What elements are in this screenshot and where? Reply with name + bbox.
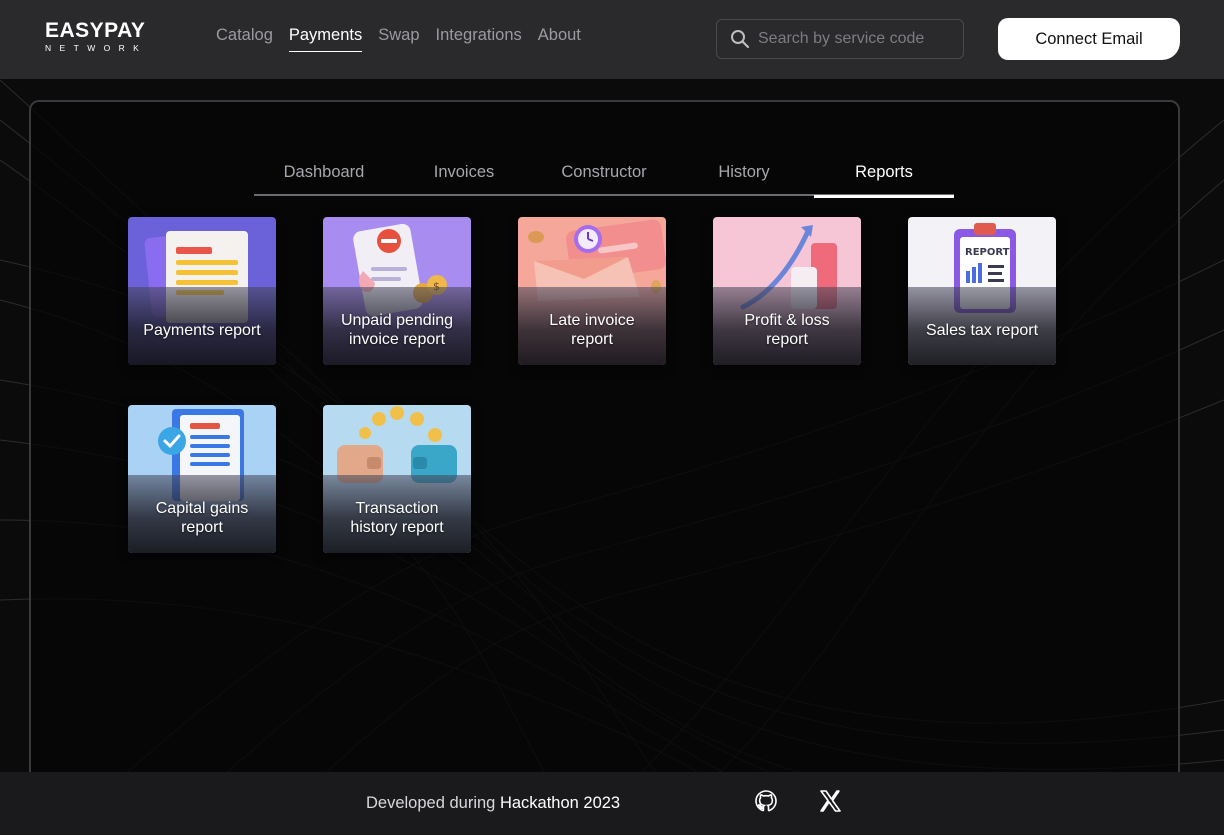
connect-email-button[interactable]: Connect Email bbox=[998, 18, 1180, 60]
search-icon bbox=[731, 30, 750, 49]
card-label: Capital gains report bbox=[132, 498, 272, 538]
report-card-profit-loss[interactable]: Profit & loss report bbox=[713, 217, 861, 365]
card-label: Transaction history report bbox=[327, 498, 467, 538]
tab-history[interactable]: History bbox=[674, 148, 814, 196]
card-label-line2: report bbox=[766, 331, 808, 348]
card-label-line1: Late invoice bbox=[549, 312, 635, 329]
nav-payments[interactable]: Payments bbox=[288, 24, 363, 52]
footer-event[interactable]: Hackathon 2023 bbox=[500, 794, 620, 812]
svg-text:REPORT: REPORT bbox=[965, 247, 1010, 258]
x-twitter-icon[interactable] bbox=[818, 789, 842, 813]
footer-credit: Developed during Hackathon 2023 bbox=[366, 794, 620, 813]
nav-about[interactable]: About bbox=[538, 24, 581, 52]
logo-main-text: EASYPAY bbox=[45, 19, 146, 42]
footer-prefix: Developed during bbox=[366, 794, 496, 812]
payments-tabs: Dashboard Invoices Constructor History R… bbox=[254, 148, 954, 198]
logo-sub-text: NETWORK bbox=[45, 43, 148, 53]
top-header: EASYPAY NETWORK Catalog Payments Swap In… bbox=[0, 0, 1224, 79]
nav-integrations[interactable]: Integrations bbox=[436, 24, 522, 52]
card-label: Payments report bbox=[132, 310, 272, 350]
footer: Developed during Hackathon 2023 bbox=[0, 772, 1224, 835]
easypay-logo[interactable]: EASYPAY NETWORK bbox=[45, 20, 155, 56]
report-card-payments[interactable]: Payments report bbox=[128, 217, 276, 365]
tab-invoices[interactable]: Invoices bbox=[394, 148, 534, 196]
nav-swap[interactable]: Swap bbox=[378, 24, 419, 52]
card-label-line1: Profit & loss bbox=[744, 312, 830, 329]
card-label-line2: report bbox=[181, 519, 223, 536]
card-label: Late invoice report bbox=[522, 310, 662, 350]
github-icon[interactable] bbox=[754, 789, 778, 813]
card-label-line1: Transaction bbox=[355, 500, 439, 517]
tab-reports[interactable]: Reports bbox=[814, 148, 954, 198]
card-label-line1: Sales tax report bbox=[925, 321, 1039, 339]
report-card-late-invoice[interactable]: Late invoice report bbox=[518, 217, 666, 365]
card-label-line2: invoice report bbox=[348, 331, 446, 348]
card-label-line1: Unpaid pending bbox=[340, 312, 454, 329]
tab-dashboard[interactable]: Dashboard bbox=[254, 148, 394, 196]
card-label: Profit & loss report bbox=[717, 310, 857, 350]
card-label: Unpaid pending invoice report bbox=[327, 310, 467, 350]
card-label-line1: Capital gains bbox=[155, 500, 249, 517]
report-card-sales-tax[interactable]: REPORT Sales tax report bbox=[908, 217, 1056, 365]
report-card-unpaid-pending[interactable]: $ Unpaid pending invoice report bbox=[323, 217, 471, 365]
card-label-line1: Payments report bbox=[143, 321, 261, 339]
card-label-line2: history report bbox=[350, 519, 444, 536]
tab-constructor[interactable]: Constructor bbox=[534, 148, 674, 196]
report-card-capital-gains[interactable]: Capital gains report bbox=[128, 405, 276, 553]
search-input[interactable] bbox=[758, 30, 958, 48]
report-card-transaction-history[interactable]: Transaction history report bbox=[323, 405, 471, 553]
card-label: Sales tax report bbox=[912, 310, 1052, 350]
card-label-line2: report bbox=[571, 331, 613, 348]
nav-catalog[interactable]: Catalog bbox=[216, 24, 273, 52]
main-nav: Catalog Payments Swap Integrations About bbox=[216, 24, 581, 52]
search-box bbox=[716, 19, 964, 59]
